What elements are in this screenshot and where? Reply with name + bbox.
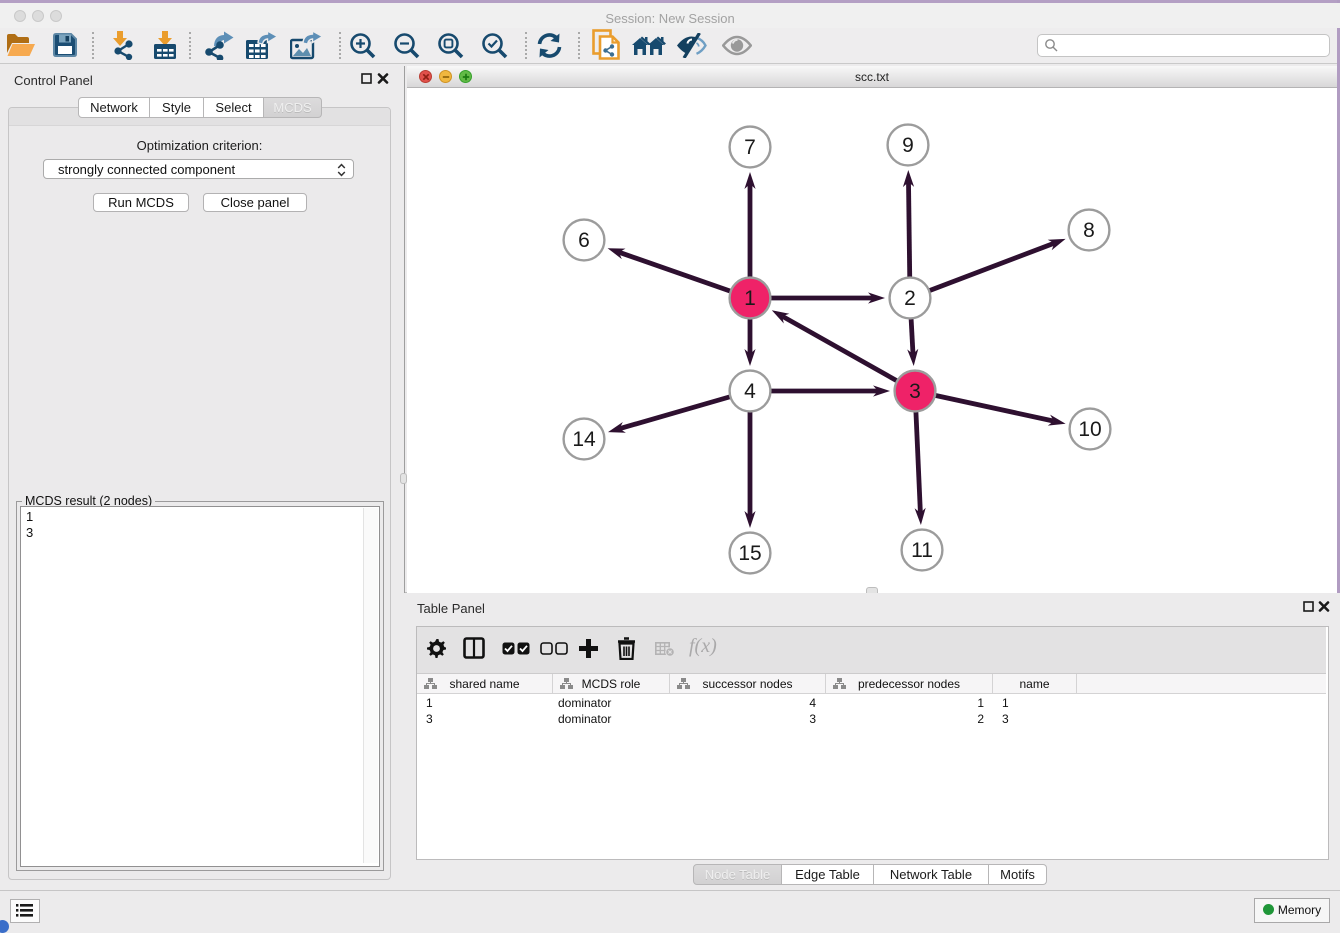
svg-text:4: 4 bbox=[744, 380, 756, 403]
svg-text:9: 9 bbox=[902, 134, 914, 157]
svg-text:1: 1 bbox=[744, 287, 756, 310]
svg-text:15: 15 bbox=[738, 542, 761, 565]
svg-text:10: 10 bbox=[1078, 418, 1101, 441]
svg-text:7: 7 bbox=[744, 136, 756, 159]
svg-text:8: 8 bbox=[1083, 219, 1095, 242]
svg-text:14: 14 bbox=[572, 428, 596, 451]
svg-text:3: 3 bbox=[909, 380, 921, 403]
svg-text:6: 6 bbox=[578, 229, 590, 252]
svg-text:11: 11 bbox=[911, 539, 933, 562]
svg-text:2: 2 bbox=[904, 287, 916, 310]
